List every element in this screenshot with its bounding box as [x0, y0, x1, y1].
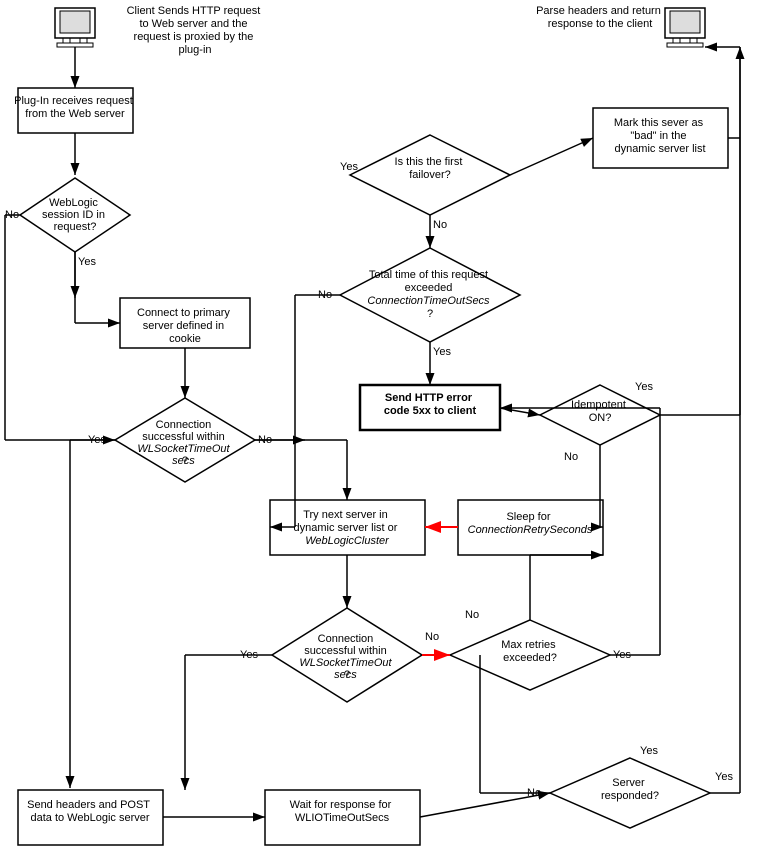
client-computer-icon	[55, 8, 95, 47]
total-time-yes-label: Yes	[433, 346, 451, 358]
client-sends-label: Client Sends HTTP request to Web server …	[127, 5, 264, 56]
first-failover-yes-label: Yes	[340, 161, 358, 173]
server-responded-yes-right-label: Yes	[715, 771, 733, 783]
server-responded-yes-label: Yes	[640, 745, 658, 757]
parse-headers-label: Parse headers and return response to the…	[536, 5, 664, 30]
send-http-error-text: Send HTTP error code 5xx to client	[384, 392, 477, 417]
max-retries-text: Max retries exceeded?	[501, 639, 558, 664]
idempotent-no-label: No	[564, 451, 578, 463]
flowchart-diagram: Client Sends HTTP request to Web server …	[0, 0, 763, 865]
try-next-text: Try next server in dynamic server list o…	[294, 509, 401, 547]
first-failover-no-label: No	[433, 219, 447, 231]
wait-response-text: Wait for response for WLIOTimeOutSecs	[290, 799, 395, 824]
send-headers-text: Send headers and POST data to WebLogic s…	[27, 799, 153, 824]
idempotent-yes-label: Yes	[635, 381, 653, 393]
session-yes-label: Yes	[78, 256, 96, 268]
plugin-receives-text: Plug-In receives request from the Web se…	[14, 95, 136, 120]
server-computer-icon	[665, 8, 705, 47]
max-retries-no-label: No	[465, 609, 479, 621]
conn-success2-no-label: No	[425, 631, 439, 643]
